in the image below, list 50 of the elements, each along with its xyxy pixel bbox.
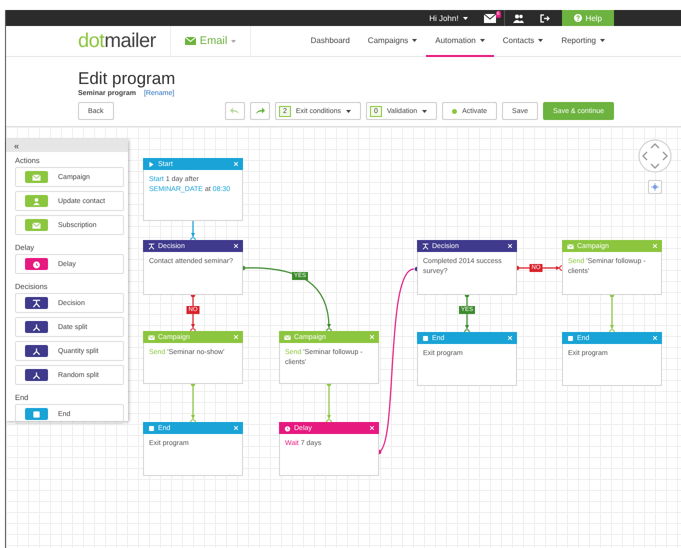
- subscription-icon: [32, 220, 41, 230]
- nav-item[interactable]: Contacts: [494, 26, 552, 57]
- close-icon[interactable]: [234, 244, 238, 248]
- collapse-button[interactable]: «: [14, 140, 20, 150]
- page-title: Edit program: [78, 69, 176, 89]
- users-icon[interactable]: [512, 14, 524, 22]
- caret-icon: [480, 39, 485, 42]
- caret-icon: [600, 39, 605, 42]
- logo[interactable]: dotmailer: [78, 26, 171, 56]
- user-menu[interactable]: Hi John!: [421, 10, 476, 26]
- nav-item[interactable]: Reporting: [552, 26, 614, 57]
- close-icon[interactable]: [370, 426, 374, 430]
- decision-icon: [422, 242, 429, 250]
- caret-icon: [462, 16, 468, 20]
- caret-icon: [346, 110, 351, 112]
- undo-button[interactable]: [224, 102, 245, 120]
- end-icon: [148, 424, 155, 432]
- caret-icon: [231, 40, 236, 42]
- nav-item[interactable]: Automation: [426, 26, 494, 57]
- campaign-icon: [32, 172, 41, 182]
- split-icon: [32, 322, 41, 332]
- caret-icon: [412, 39, 418, 42]
- redo-icon: [254, 107, 265, 115]
- caret-icon: [538, 39, 544, 42]
- campaign-icon: [567, 242, 574, 250]
- split-icon: [32, 346, 41, 356]
- logout-icon[interactable]: [540, 14, 550, 22]
- center-button[interactable]: [648, 180, 662, 194]
- pan-control[interactable]: [638, 139, 672, 173]
- delay-icon: [284, 424, 291, 432]
- envelope-icon: [484, 14, 496, 22]
- decision-icon: [148, 242, 155, 250]
- start-icon: [148, 160, 155, 168]
- campaign-icon: [148, 334, 155, 340]
- undo-icon: [230, 107, 240, 115]
- end-icon: [32, 410, 41, 418]
- envelope-icon: [184, 37, 196, 45]
- decision-icon: [32, 298, 41, 308]
- nav-item[interactable]: Campaigns: [358, 26, 426, 57]
- end-icon: [422, 334, 429, 342]
- close-icon[interactable]: [508, 244, 512, 248]
- nav-item[interactable]: Dashboard: [302, 26, 359, 57]
- caret-icon: [422, 110, 428, 112]
- redo-button[interactable]: [250, 102, 270, 120]
- campaign-icon: [284, 334, 291, 340]
- help-icon: [574, 14, 582, 22]
- end-icon: [567, 334, 574, 342]
- delay-icon: [32, 260, 41, 268]
- contact-icon: [32, 196, 41, 206]
- split-icon: [32, 370, 41, 380]
